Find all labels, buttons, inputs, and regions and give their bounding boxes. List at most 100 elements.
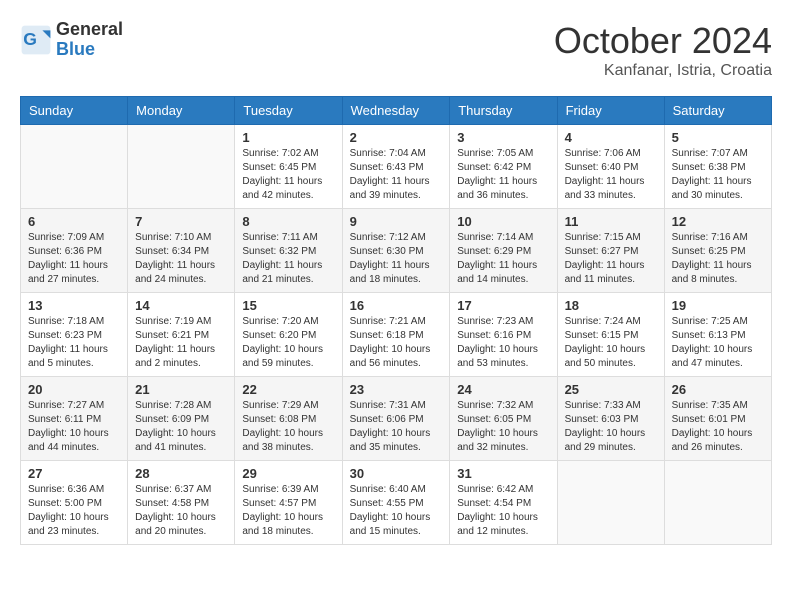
day-number: 11 [565, 214, 657, 229]
day-number: 3 [457, 130, 549, 145]
sunset-text: Sunset: 6:32 PM [242, 246, 316, 257]
sunrise-text: Sunrise: 7:19 AM [135, 316, 211, 327]
sunrise-text: Sunrise: 7:09 AM [28, 232, 104, 243]
calendar-week-row: 1 Sunrise: 7:02 AM Sunset: 6:45 PM Dayli… [21, 125, 772, 209]
calendar-cell: 25 Sunrise: 7:33 AM Sunset: 6:03 PM Dayl… [557, 377, 664, 461]
sunset-text: Sunset: 6:30 PM [350, 246, 424, 257]
calendar-week-row: 13 Sunrise: 7:18 AM Sunset: 6:23 PM Dayl… [21, 293, 772, 377]
calendar-cell [557, 461, 664, 545]
sunrise-text: Sunrise: 7:15 AM [565, 232, 641, 243]
day-info: Sunrise: 6:39 AM Sunset: 4:57 PM Dayligh… [242, 483, 334, 539]
calendar-cell: 29 Sunrise: 6:39 AM Sunset: 4:57 PM Dayl… [235, 461, 342, 545]
daylight-text: Daylight: 11 hours and 2 minutes. [135, 344, 215, 369]
daylight-text: Daylight: 10 hours and 59 minutes. [242, 344, 323, 369]
day-info: Sunrise: 7:23 AM Sunset: 6:16 PM Dayligh… [457, 315, 549, 371]
sunrise-text: Sunrise: 7:23 AM [457, 316, 533, 327]
day-number: 18 [565, 298, 657, 313]
sunrise-text: Sunrise: 7:21 AM [350, 316, 426, 327]
day-number: 20 [28, 382, 120, 397]
weekday-header: Sunday [21, 97, 128, 125]
day-info: Sunrise: 7:28 AM Sunset: 6:09 PM Dayligh… [135, 399, 227, 455]
sunset-text: Sunset: 6:11 PM [28, 414, 101, 425]
sunrise-text: Sunrise: 7:20 AM [242, 316, 318, 327]
calendar-cell: 3 Sunrise: 7:05 AM Sunset: 6:42 PM Dayli… [450, 125, 557, 209]
day-number: 9 [350, 214, 443, 229]
daylight-text: Daylight: 10 hours and 56 minutes. [350, 344, 431, 369]
sunset-text: Sunset: 6:34 PM [135, 246, 209, 257]
calendar-cell: 8 Sunrise: 7:11 AM Sunset: 6:32 PM Dayli… [235, 209, 342, 293]
daylight-text: Daylight: 11 hours and 27 minutes. [28, 260, 108, 285]
sunset-text: Sunset: 6:27 PM [565, 246, 639, 257]
daylight-text: Daylight: 10 hours and 32 minutes. [457, 428, 538, 453]
title-block: October 2024 Kanfanar, Istria, Croatia [554, 20, 772, 80]
calendar-cell: 6 Sunrise: 7:09 AM Sunset: 6:36 PM Dayli… [21, 209, 128, 293]
day-number: 17 [457, 298, 549, 313]
day-number: 7 [135, 214, 227, 229]
sunset-text: Sunset: 6:43 PM [350, 162, 424, 173]
sunrise-text: Sunrise: 7:33 AM [565, 400, 641, 411]
sunrise-text: Sunrise: 7:29 AM [242, 400, 318, 411]
daylight-text: Daylight: 10 hours and 29 minutes. [565, 428, 646, 453]
sunset-text: Sunset: 6:20 PM [242, 330, 316, 341]
calendar-cell: 30 Sunrise: 6:40 AM Sunset: 4:55 PM Dayl… [342, 461, 450, 545]
sunrise-text: Sunrise: 7:25 AM [672, 316, 748, 327]
day-number: 29 [242, 466, 334, 481]
sunrise-text: Sunrise: 6:39 AM [242, 484, 318, 495]
daylight-text: Daylight: 10 hours and 35 minutes. [350, 428, 431, 453]
logo: G General Blue [20, 20, 123, 60]
calendar-cell: 27 Sunrise: 6:36 AM Sunset: 5:00 PM Dayl… [21, 461, 128, 545]
day-number: 22 [242, 382, 334, 397]
day-number: 10 [457, 214, 549, 229]
day-number: 30 [350, 466, 443, 481]
day-number: 8 [242, 214, 334, 229]
calendar-cell: 23 Sunrise: 7:31 AM Sunset: 6:06 PM Dayl… [342, 377, 450, 461]
daylight-text: Daylight: 10 hours and 12 minutes. [457, 512, 538, 537]
day-info: Sunrise: 7:31 AM Sunset: 6:06 PM Dayligh… [350, 399, 443, 455]
calendar-cell: 5 Sunrise: 7:07 AM Sunset: 6:38 PM Dayli… [664, 125, 771, 209]
page-header: G General Blue October 2024 Kanfanar, Is… [20, 20, 772, 80]
sunset-text: Sunset: 6:08 PM [242, 414, 316, 425]
day-info: Sunrise: 7:29 AM Sunset: 6:08 PM Dayligh… [242, 399, 334, 455]
sunset-text: Sunset: 4:55 PM [350, 498, 424, 509]
sunrise-text: Sunrise: 7:16 AM [672, 232, 748, 243]
calendar-table: SundayMondayTuesdayWednesdayThursdayFrid… [20, 96, 772, 545]
month-title: October 2024 [554, 20, 772, 62]
day-number: 4 [565, 130, 657, 145]
calendar-week-row: 6 Sunrise: 7:09 AM Sunset: 6:36 PM Dayli… [21, 209, 772, 293]
day-info: Sunrise: 7:19 AM Sunset: 6:21 PM Dayligh… [135, 315, 227, 371]
sunset-text: Sunset: 6:40 PM [565, 162, 639, 173]
sunrise-text: Sunrise: 7:31 AM [350, 400, 426, 411]
weekday-header-row: SundayMondayTuesdayWednesdayThursdayFrid… [21, 97, 772, 125]
sunrise-text: Sunrise: 7:32 AM [457, 400, 533, 411]
daylight-text: Daylight: 10 hours and 15 minutes. [350, 512, 431, 537]
daylight-text: Daylight: 11 hours and 36 minutes. [457, 176, 537, 201]
day-info: Sunrise: 6:42 AM Sunset: 4:54 PM Dayligh… [457, 483, 549, 539]
calendar-cell: 20 Sunrise: 7:27 AM Sunset: 6:11 PM Dayl… [21, 377, 128, 461]
sunset-text: Sunset: 6:38 PM [672, 162, 746, 173]
daylight-text: Daylight: 10 hours and 41 minutes. [135, 428, 216, 453]
day-number: 15 [242, 298, 334, 313]
daylight-text: Daylight: 10 hours and 26 minutes. [672, 428, 753, 453]
calendar-cell: 18 Sunrise: 7:24 AM Sunset: 6:15 PM Dayl… [557, 293, 664, 377]
day-info: Sunrise: 7:02 AM Sunset: 6:45 PM Dayligh… [242, 147, 334, 203]
day-number: 28 [135, 466, 227, 481]
logo-text: General Blue [56, 20, 123, 60]
day-info: Sunrise: 7:10 AM Sunset: 6:34 PM Dayligh… [135, 231, 227, 287]
weekday-header: Friday [557, 97, 664, 125]
day-number: 13 [28, 298, 120, 313]
sunset-text: Sunset: 6:16 PM [457, 330, 531, 341]
day-number: 26 [672, 382, 764, 397]
day-info: Sunrise: 7:11 AM Sunset: 6:32 PM Dayligh… [242, 231, 334, 287]
sunrise-text: Sunrise: 7:11 AM [242, 232, 317, 243]
calendar-cell: 22 Sunrise: 7:29 AM Sunset: 6:08 PM Dayl… [235, 377, 342, 461]
daylight-text: Daylight: 10 hours and 44 minutes. [28, 428, 109, 453]
daylight-text: Daylight: 10 hours and 53 minutes. [457, 344, 538, 369]
daylight-text: Daylight: 10 hours and 23 minutes. [28, 512, 109, 537]
sunrise-text: Sunrise: 7:06 AM [565, 148, 641, 159]
logo-line2: Blue [56, 40, 123, 60]
day-number: 1 [242, 130, 334, 145]
sunset-text: Sunset: 6:03 PM [565, 414, 639, 425]
sunrise-text: Sunrise: 7:28 AM [135, 400, 211, 411]
calendar-cell [21, 125, 128, 209]
calendar-cell: 13 Sunrise: 7:18 AM Sunset: 6:23 PM Dayl… [21, 293, 128, 377]
